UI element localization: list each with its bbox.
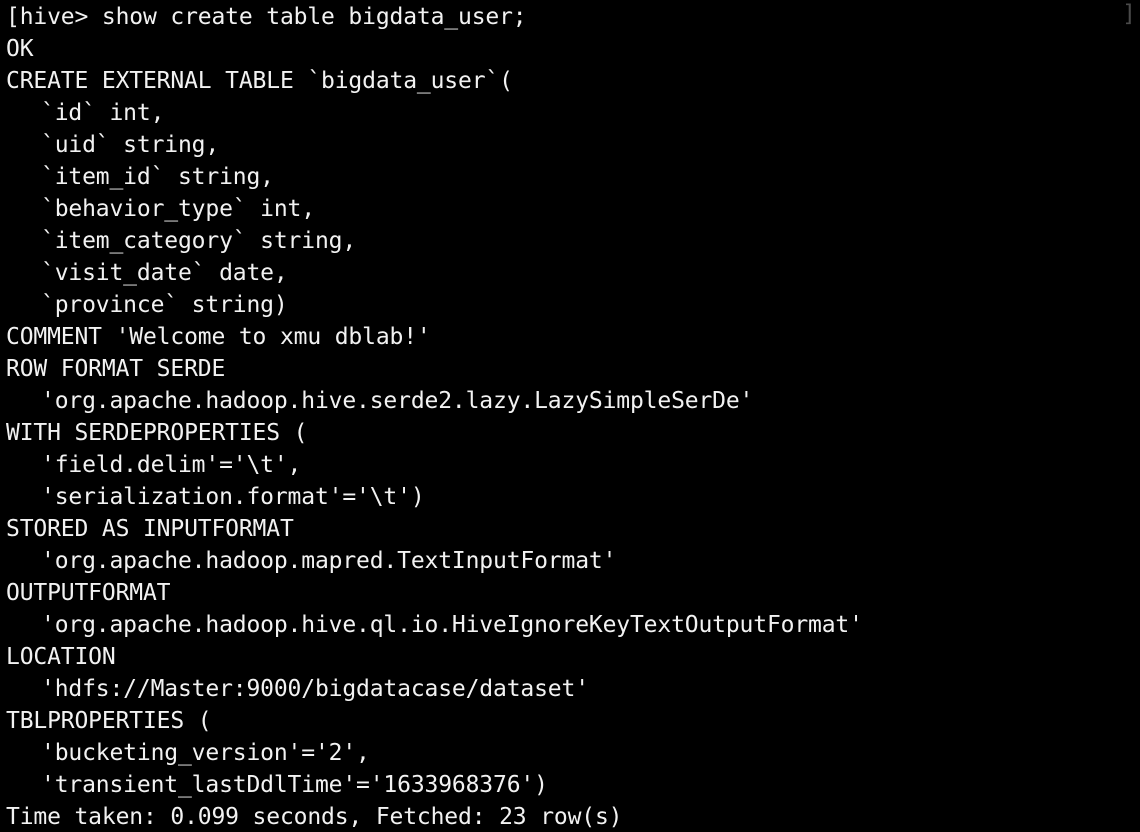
terminal-line: 'org.apache.hadoop.hive.ql.io.HiveIgnore… bbox=[41, 612, 863, 638]
terminal-line: `province` string) bbox=[41, 292, 288, 318]
terminal-line: 'hdfs://Master:9000/bigdatacase/dataset' bbox=[41, 676, 589, 702]
terminal-line: ROW FORMAT SERDE bbox=[6, 356, 226, 382]
terminal-line: `behavior_type` int, bbox=[41, 196, 315, 222]
terminal-line: TBLPROPERTIES ( bbox=[6, 708, 212, 734]
terminal-line: 'org.apache.hadoop.hive.serde2.lazy.Lazy… bbox=[41, 388, 754, 414]
terminal-line: `visit_date` date, bbox=[41, 260, 288, 286]
terminal-output: [hive> show create table bigdata_user; OK… bbox=[0, 1, 1140, 832]
terminal-line: 'field.delim'='\t', bbox=[41, 452, 302, 478]
terminal-line: 'org.apache.hadoop.mapred.TextInputForma… bbox=[41, 548, 617, 574]
terminal-line: 'serialization.format'='\t') bbox=[41, 484, 425, 510]
terminal-line: `item_category` string, bbox=[41, 228, 357, 254]
terminal-line: LOCATION bbox=[6, 644, 116, 670]
terminal-line: WITH SERDEPROPERTIES ( bbox=[6, 420, 308, 446]
terminal-line: [hive> show create table bigdata_user; bbox=[6, 4, 527, 30]
terminal-line: `id` int, bbox=[41, 100, 165, 126]
terminal-line: `uid` string, bbox=[41, 132, 220, 158]
terminal-line: OUTPUTFORMAT bbox=[6, 580, 171, 606]
terminal-line: OK bbox=[6, 36, 34, 62]
terminal-line: 'bucketing_version'='2', bbox=[41, 740, 370, 766]
terminal-line: CREATE EXTERNAL TABLE `bigdata_user`( bbox=[6, 68, 513, 94]
terminal-line: COMMENT 'Welcome to xmu dblab!' bbox=[6, 324, 431, 350]
terminal-line: `item_id` string, bbox=[41, 164, 274, 190]
terminal-window[interactable]: ] [hive> show create table bigdata_user;… bbox=[0, 0, 1140, 832]
terminal-line: 'transient_lastDdlTime'='1633968376') bbox=[41, 772, 548, 798]
terminal-line: Time taken: 0.099 seconds, Fetched: 23 r… bbox=[6, 804, 623, 830]
terminal-line: STORED AS INPUTFORMAT bbox=[6, 516, 294, 542]
